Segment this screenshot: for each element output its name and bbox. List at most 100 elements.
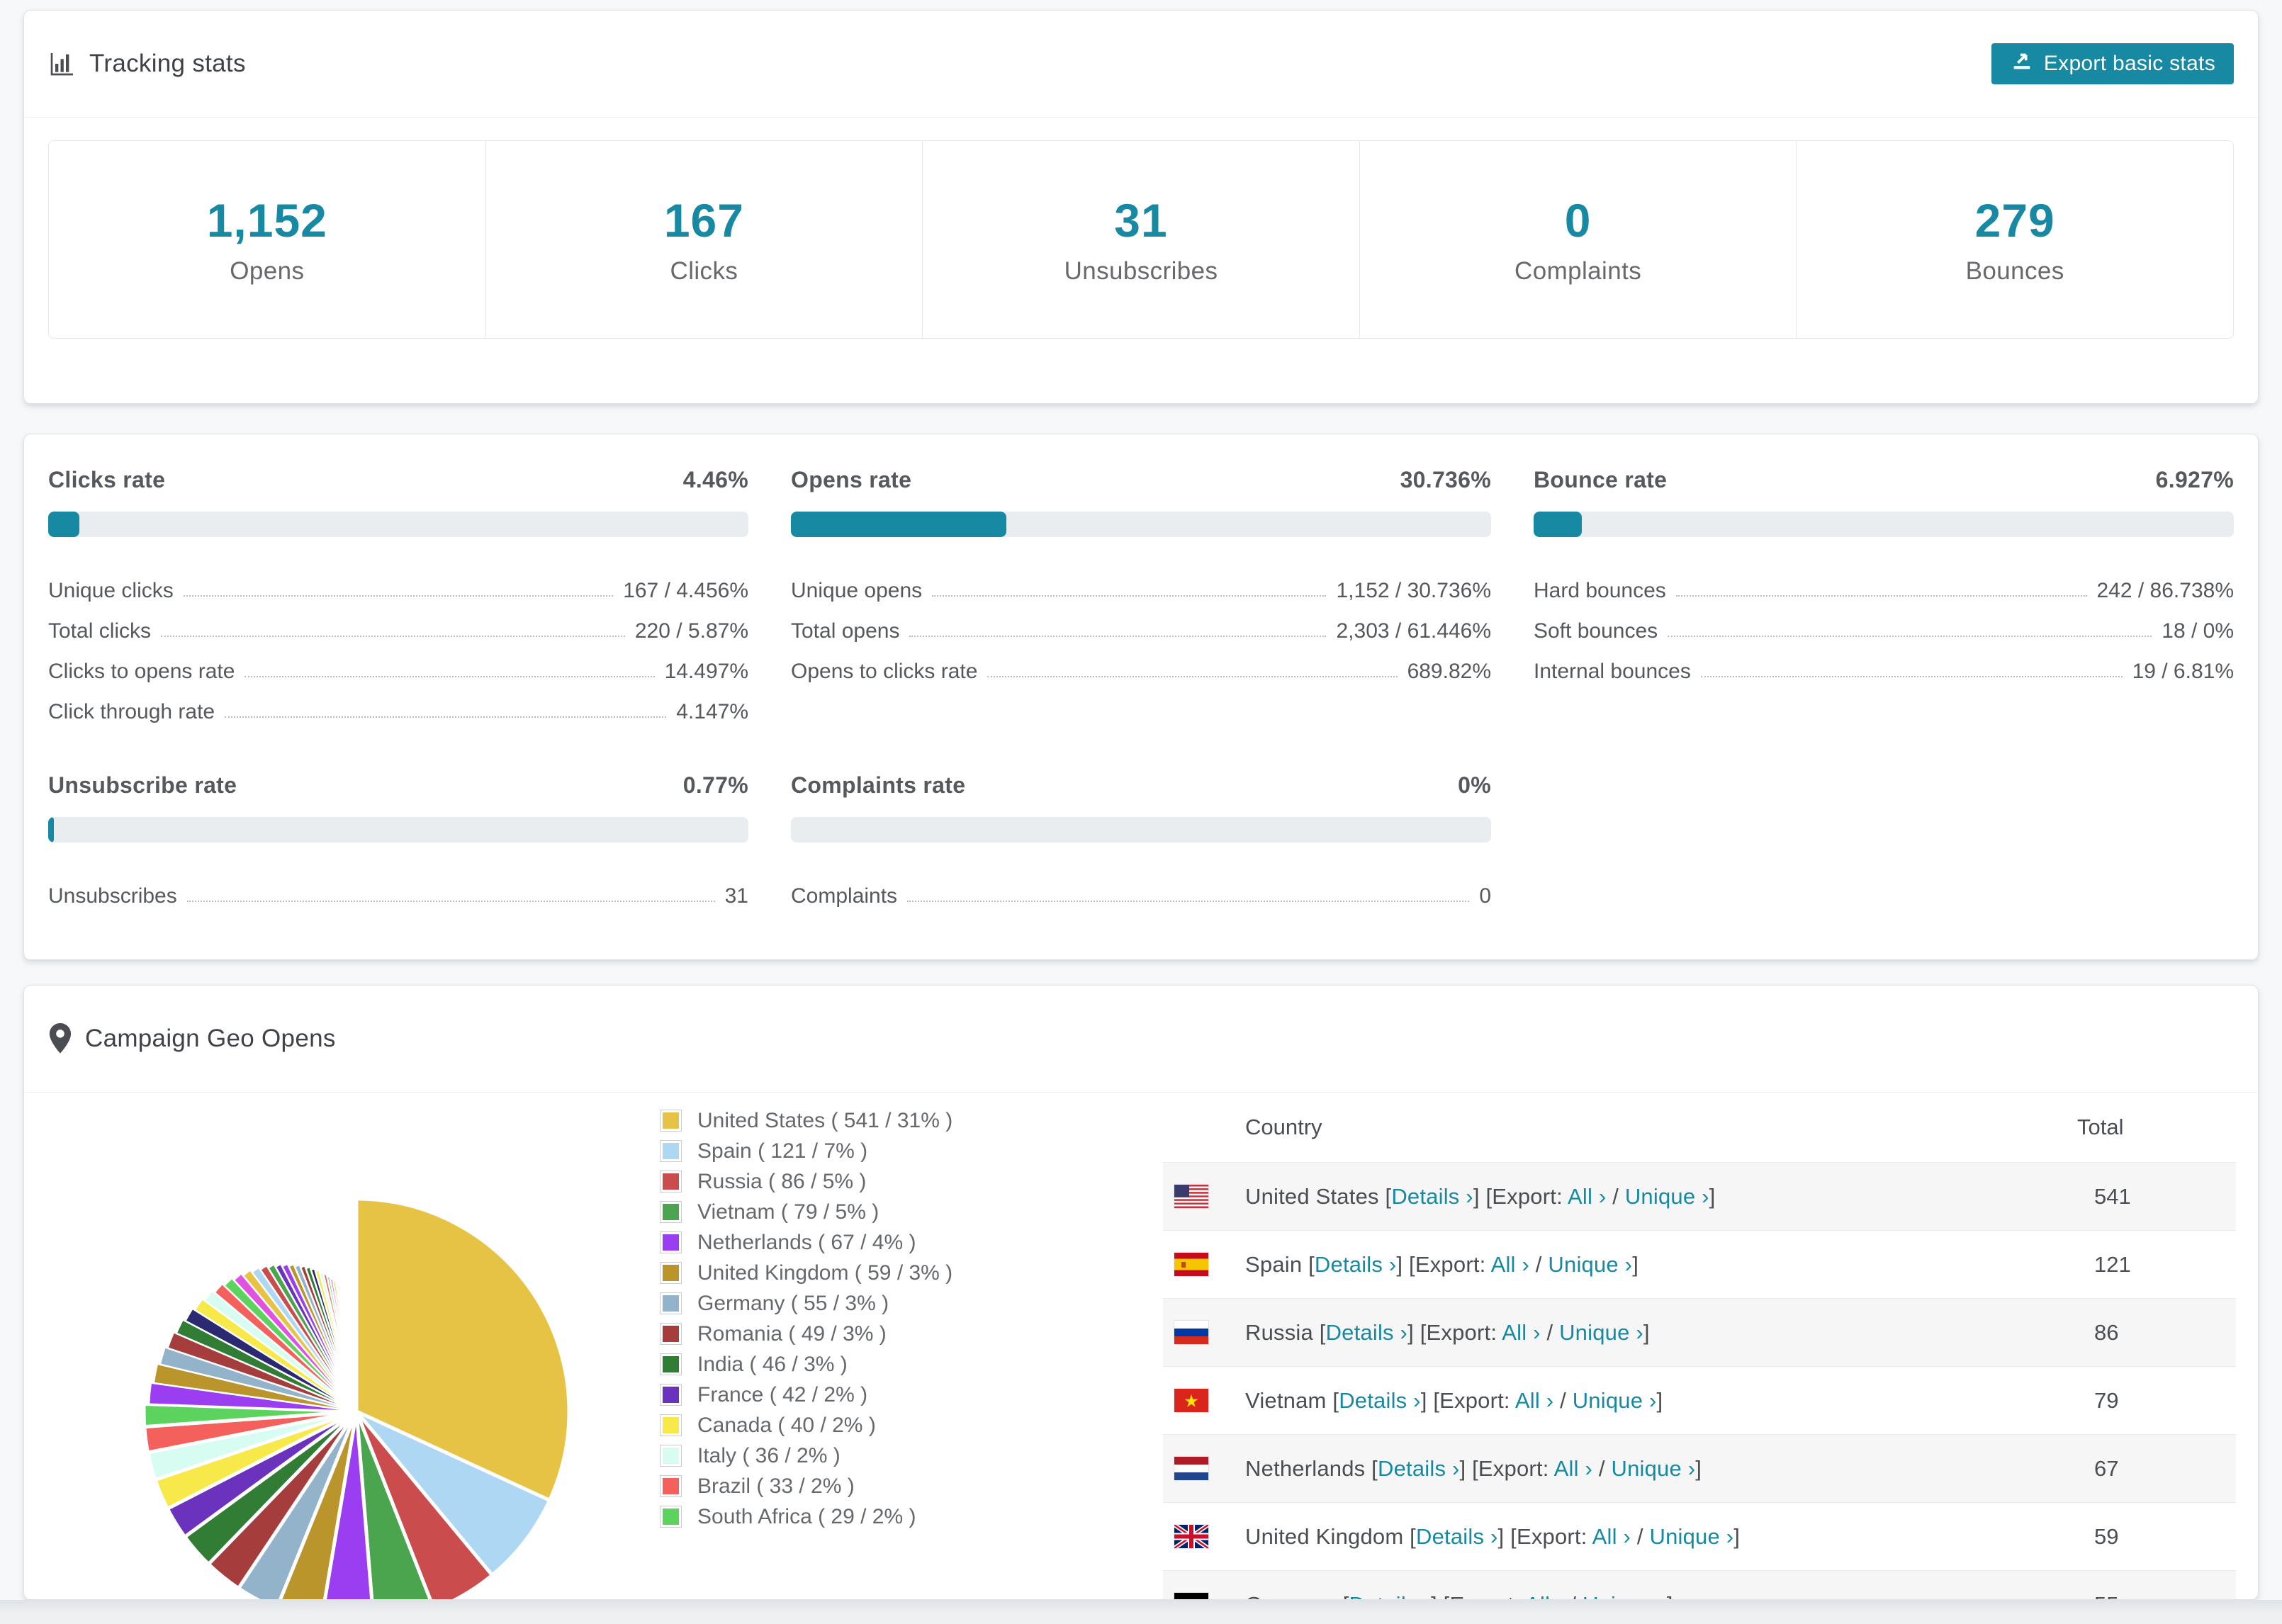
rate-detail-value: 2,303 / 61.446% (1336, 619, 1491, 643)
rate-detail-label: Complaints (791, 884, 898, 908)
rate-detail-label: Total opens (791, 619, 900, 643)
export-all-link-nl[interactable]: All › (1554, 1456, 1592, 1481)
export-unique-link-es[interactable]: Unique › (1548, 1252, 1632, 1277)
legend-swatch (660, 1445, 682, 1467)
geo-opens-pie-chart (142, 1197, 571, 1599)
dotted-leader (183, 595, 614, 597)
summary-label: Complaints (1514, 257, 1642, 285)
rates-grid: Clicks rate 4.46% Unique clicks 167 / 4.456… (48, 456, 2234, 908)
legend-swatch (660, 1475, 682, 1497)
legend-swatch (660, 1292, 682, 1314)
total-cell: 79 (2094, 1387, 2119, 1413)
export-unique-link-gb[interactable]: Unique › (1650, 1524, 1734, 1549)
summary-value: 279 (1974, 194, 2055, 247)
details-link-de[interactable]: Details › (1349, 1592, 1432, 1600)
country-cell: Germany [Details ›] [Export: All › / Uni… (1245, 1592, 2077, 1600)
summary-value: 31 (1114, 194, 1168, 247)
summary-value: 1,152 (206, 194, 327, 247)
legend-label: Germany ( 55 / 3% ) (697, 1291, 889, 1315)
page-title: Tracking stats (89, 50, 246, 77)
total-cell: 121 (2094, 1251, 2131, 1277)
legend-label: Vietnam ( 79 / 5% ) (697, 1200, 879, 1224)
flag-nl-icon (1174, 1457, 1245, 1480)
legend-item: France ( 42 / 2% ) (660, 1380, 952, 1410)
total-cell: 86 (2094, 1319, 2119, 1345)
rate-title-row: Clicks rate 4.46% (48, 467, 748, 493)
export-unique-link-de[interactable]: Unique › (1583, 1592, 1667, 1600)
details-link-gb[interactable]: Details › (1416, 1524, 1498, 1549)
legend-label: United States ( 541 / 31% ) (697, 1108, 953, 1132)
summary-value: 167 (663, 194, 744, 247)
export-unique-link-vn[interactable]: Unique › (1573, 1388, 1657, 1413)
details-link-ru[interactable]: Details › (1326, 1320, 1408, 1345)
rate-detail-row: Click through rate 4.147% (48, 684, 748, 724)
export-all-link-ru[interactable]: All › (1502, 1320, 1540, 1345)
summary-value: 0 (1564, 194, 1592, 247)
flag-vn-icon (1174, 1389, 1245, 1412)
rate-detail-label: Click through rate (48, 700, 215, 723)
rate-detail-rows: Unique opens 1,152 / 30.736% Total opens 2,… (791, 563, 1491, 684)
rate-detail-rows: Unsubscribes 31 (48, 868, 748, 908)
bar-chart-icon (48, 50, 77, 78)
rate-detail-label: Clicks to opens rate (48, 660, 235, 683)
rate-progress-track (48, 512, 748, 537)
legend-swatch (660, 1140, 682, 1162)
summary-cell: 167 Clicks (485, 141, 923, 338)
export-all-link-de[interactable]: All › (1525, 1592, 1563, 1600)
export-unique-link-us[interactable]: Unique › (1625, 1184, 1709, 1209)
legend-label: France ( 42 / 2% ) (697, 1382, 868, 1406)
geo-table-row: Vietnam [Details ›] [Export: All › / Uni… (1163, 1366, 2236, 1434)
export-unique-link-nl[interactable]: Unique › (1611, 1456, 1695, 1481)
rate-progress-fill (1534, 512, 1583, 537)
dotted-leader (987, 676, 1398, 677)
legend-item: Italy ( 36 / 2% ) (660, 1440, 952, 1471)
export-all-link-us[interactable]: All › (1568, 1184, 1606, 1209)
summary-label: Clicks (670, 257, 738, 285)
summary-label: Bounces (1965, 257, 2064, 285)
legend-swatch (660, 1323, 682, 1345)
legend-item: Spain ( 121 / 7% ) (660, 1136, 952, 1166)
country-cell: United Kingdom [Details ›] [Export: All … (1245, 1523, 1741, 1549)
rate-detail-rows: Hard bounces 242 / 86.738% Soft bounces 18 … (1534, 563, 2234, 684)
page-bottom-background (0, 1600, 2282, 1624)
flag-es-icon (1174, 1253, 1245, 1276)
export-all-link-vn[interactable]: All › (1515, 1388, 1553, 1413)
rate-progress-track (48, 817, 748, 842)
export-all-link-es[interactable]: All › (1491, 1252, 1529, 1277)
rate-detail-value: 220 / 5.87% (634, 619, 748, 643)
details-link-es[interactable]: Details › (1315, 1252, 1397, 1277)
country-cell: Vietnam [Details ›] [Export: All › / Uni… (1245, 1387, 1663, 1413)
rate-block-unsubscribe-rate: Unsubscribe rate 0.77% Unsubscribes 31 (48, 761, 748, 908)
divider (24, 117, 2258, 118)
export-unique-link-ru[interactable]: Unique › (1559, 1320, 1643, 1345)
legend-swatch (660, 1262, 682, 1284)
rate-detail-row: Clicks to opens rate 14.497% (48, 643, 748, 684)
legend-item: Germany ( 55 / 3% ) (660, 1288, 952, 1319)
rates-card: Clicks rate 4.46% Unique clicks 167 / 4.456… (23, 434, 2259, 960)
dotted-leader (932, 595, 1327, 597)
details-link-vn[interactable]: Details › (1339, 1388, 1421, 1413)
country-cell: Netherlands [Details ›] [Export: All › /… (1245, 1455, 1702, 1481)
details-link-us[interactable]: Details › (1391, 1184, 1473, 1209)
summary-cell: 0 Complaints (1359, 141, 1797, 338)
rate-detail-label: Hard bounces (1534, 579, 1666, 602)
legend-swatch (660, 1384, 682, 1406)
rate-detail-label: Opens to clicks rate (791, 660, 978, 683)
tracking-stats-card: Tracking stats Export basic stats 1,152 O… (23, 10, 2259, 404)
geo-content: United States ( 541 / 31% ) Spain ( 121 /… (24, 1093, 2258, 1600)
export-basic-stats-button[interactable]: Export basic stats (1991, 43, 2234, 84)
country-column-header: Country (1245, 1115, 1322, 1139)
rate-value: 6.927% (2155, 467, 2234, 492)
legend-label: Canada ( 40 / 2% ) (697, 1413, 876, 1437)
country-cell: United States [Details ›] [Export: All ›… (1245, 1183, 1716, 1209)
geo-table-row: United Kingdom [Details ›] [Export: All … (1163, 1502, 2236, 1570)
details-link-nl[interactable]: Details › (1378, 1456, 1460, 1481)
legend-item: Brazil ( 33 / 2% ) (660, 1471, 952, 1501)
geo-table-header-row: Country Total (1163, 1093, 2236, 1162)
dotted-leader (909, 636, 1327, 637)
rate-value: 4.46% (682, 467, 748, 492)
country-cell: Russia [Details ›] [Export: All › / Uniq… (1245, 1319, 1650, 1345)
export-all-link-gb[interactable]: All › (1592, 1524, 1631, 1549)
legend-item: South Africa ( 29 / 2% ) (660, 1501, 952, 1532)
rate-progress-track (791, 512, 1491, 537)
